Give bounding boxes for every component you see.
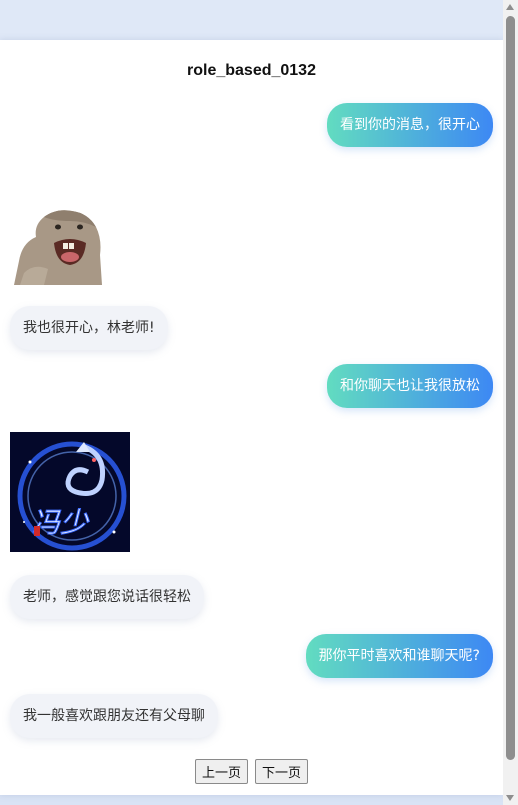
message-bubble-outgoing: 和你聊天也让我很放松: [327, 364, 493, 408]
chat-card: role_based_0132 看到你的消息，很开心 我也很开心，林老师! 和你…: [0, 40, 503, 795]
message-bubble-incoming: 我也很开心，林老师!: [10, 306, 168, 350]
scrollbar-thumb[interactable]: [506, 16, 515, 760]
message-bubble-incoming: 老师，感觉跟您说话很轻松: [10, 575, 204, 619]
dragon-sticker: 冯少: [10, 432, 130, 552]
message-bubble-outgoing: 那你平时喜欢和谁聊天呢?: [305, 634, 493, 678]
next-page-button[interactable]: 下一页: [255, 759, 309, 784]
dragon-sticker-text: 冯少: [32, 506, 90, 539]
scroll-up-arrow-icon[interactable]: [506, 4, 514, 10]
vertical-scrollbar[interactable]: [503, 0, 518, 805]
pagination: 上一页 下一页: [0, 759, 503, 784]
message-bubble-outgoing: 看到你的消息，很开心: [327, 103, 493, 147]
prev-page-button[interactable]: 上一页: [194, 759, 248, 784]
scroll-down-arrow-icon[interactable]: [506, 795, 514, 801]
groundhog-sticker: [14, 203, 102, 285]
message-bubble-incoming: 我一般喜欢跟朋友还有父母聊: [10, 694, 218, 738]
page-title: role_based_0132: [187, 62, 316, 79]
